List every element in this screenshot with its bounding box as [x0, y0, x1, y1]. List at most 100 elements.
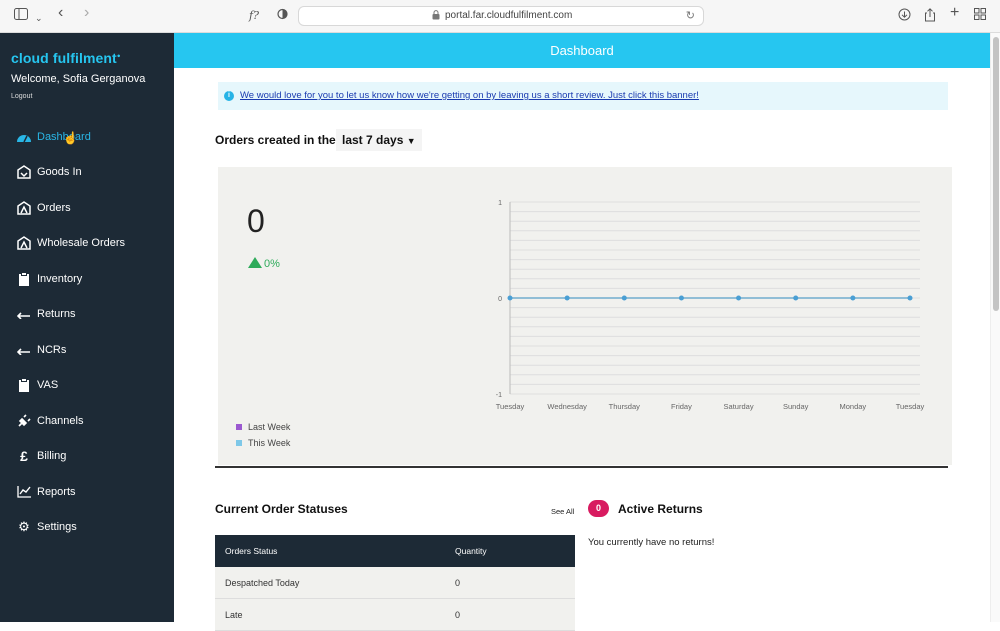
sidebar-item-channels[interactable]: Channels	[0, 403, 174, 439]
data-point	[564, 295, 570, 301]
back-icon[interactable]: ‹	[58, 5, 63, 21]
brand-text: cloud fulfilment	[11, 50, 117, 66]
column-header-status: Orders Status	[225, 546, 278, 556]
pointer-cursor-icon: ☝	[63, 131, 78, 145]
share-icon[interactable]	[924, 8, 936, 26]
sidebar-item-label: NCRs	[37, 343, 67, 356]
x-tick-label: Tuesday	[896, 402, 925, 411]
return-arrow-icon	[16, 306, 32, 322]
see-all-link[interactable]: See All	[551, 507, 574, 516]
orders-line-chart: 1 0 -1 Tuesday Wednesday Thursday Friday Saturd…	[496, 200, 925, 411]
y-tick-label: 1	[498, 200, 502, 207]
chart-legend: Last Week This Week	[236, 419, 290, 451]
address-bar[interactable]: portal.far.cloudfulfilment.com ↻	[298, 6, 704, 26]
orders-chart-panel: 0 0% 1 0 -1 Tuesday Wednesday Thursday Friday S…	[218, 167, 952, 465]
review-banner-link[interactable]: We would love for you to let us know how…	[240, 90, 699, 101]
sidebar-item-settings[interactable]: ⚙ Settings	[0, 510, 174, 546]
data-point	[621, 295, 627, 301]
y-tick-label: -1	[496, 392, 502, 399]
logout-link[interactable]: Logout	[11, 93, 32, 100]
sidebar-nav: Dashboard ☝ Goods In Orders Wholesale Or…	[0, 119, 174, 545]
order-status-table: Orders Status Quantity Despatched Today …	[215, 535, 575, 631]
x-tick-label: Wednesday	[547, 402, 587, 411]
pound-icon: £	[20, 448, 28, 465]
line-chart-icon	[16, 484, 32, 500]
sidebar-item-goods-in[interactable]: Goods In	[0, 155, 174, 191]
tab-overview-icon[interactable]	[974, 8, 986, 24]
legend-item-this-week[interactable]: This Week	[236, 435, 290, 451]
plug-icon	[16, 413, 32, 429]
x-tick-label: Thursday	[609, 402, 641, 411]
sidebar-item-reports[interactable]: Reports	[0, 474, 174, 510]
sidebar-item-label: Reports	[37, 485, 76, 498]
page-header: Dashboard	[174, 33, 990, 68]
wholesale-box-icon	[16, 235, 32, 251]
data-point	[850, 295, 856, 301]
main-content: Dashboard i We would love for you to let…	[174, 33, 990, 631]
download-icon[interactable]	[898, 8, 911, 25]
clipboard-icon	[16, 377, 32, 393]
new-tab-icon[interactable]: +	[950, 5, 959, 21]
sidebar-item-label: Orders	[37, 201, 71, 214]
x-tick-label: Saturday	[724, 402, 754, 411]
data-point	[736, 295, 742, 301]
quantity-cell: 0	[455, 609, 461, 620]
legend-item-last-week[interactable]: Last Week	[236, 419, 290, 435]
data-point	[793, 295, 799, 301]
x-tick-label: Sunday	[783, 402, 809, 411]
legend-swatch	[236, 424, 242, 430]
welcome-text: Welcome, Sofia Gerganova	[11, 73, 146, 85]
sidebar-item-orders[interactable]: Orders	[0, 190, 174, 226]
sidebar-item-dashboard[interactable]: Dashboard ☝	[0, 119, 174, 155]
x-tick-label: Friday	[671, 402, 692, 411]
shield-icon[interactable]	[277, 8, 288, 24]
box-in-icon	[16, 164, 32, 180]
brand-logo[interactable]: cloud fulfilment●	[11, 50, 121, 66]
sidebar-item-label: Channels	[37, 414, 84, 427]
x-tick-label: Monday	[840, 402, 867, 411]
sidebar-item-wholesale-orders[interactable]: Wholesale Orders	[0, 226, 174, 262]
orders-created-label: Orders created in the	[215, 133, 336, 147]
review-banner[interactable]: i We would love for you to let us know h…	[218, 82, 948, 110]
sidebar-item-ncrs[interactable]: NCRs	[0, 332, 174, 368]
dashboard-icon	[16, 129, 32, 145]
sidebar-item-label: Goods In	[37, 166, 82, 179]
sidebar-item-label: Billing	[37, 450, 67, 463]
returns-count-badge: 0	[588, 500, 609, 517]
legend-swatch	[236, 440, 242, 446]
table-row[interactable]: Late 0	[215, 599, 575, 631]
caret-down-icon: ▼	[406, 136, 416, 146]
info-icon: i	[224, 91, 234, 101]
table-row[interactable]: Despatched Today 0	[215, 567, 575, 599]
browser-toolbar: ⌄ ‹ › f? portal.far.cloudfulfilment.com …	[0, 0, 1000, 33]
status-cell: Late	[225, 609, 243, 620]
script-icon[interactable]: f?	[249, 8, 259, 24]
sidebar-item-label: Settings	[37, 521, 77, 534]
reload-icon[interactable]: ↻	[686, 9, 695, 22]
order-box-icon	[16, 200, 32, 216]
section-divider	[215, 466, 948, 468]
legend-label: This Week	[248, 438, 291, 448]
sidebar-toggle-icon[interactable]	[14, 8, 28, 24]
page-scrollbar[interactable]	[990, 33, 1000, 622]
order-statuses-title: Current Order Statuses	[215, 502, 348, 516]
return-arrow-icon	[16, 342, 32, 358]
x-tick-label: Tuesday	[496, 402, 525, 411]
date-range-value: last 7 days	[342, 133, 404, 147]
chevron-down-icon[interactable]: ⌄	[35, 10, 43, 26]
sidebar-item-returns[interactable]: Returns	[0, 297, 174, 333]
y-tick-label: 0	[498, 296, 502, 303]
url-text: portal.far.cloudfulfilment.com	[445, 10, 573, 21]
date-range-select[interactable]: last 7 days ▼	[336, 129, 422, 151]
sidebar-item-label: Returns	[37, 308, 76, 321]
data-point	[507, 295, 513, 301]
sidebar-item-vas[interactable]: VAS	[0, 368, 174, 404]
scrollbar-thumb[interactable]	[993, 37, 999, 311]
status-cell: Despatched Today	[225, 577, 300, 588]
sidebar-item-label: Wholesale Orders	[37, 237, 126, 250]
sidebar-item-inventory[interactable]: Inventory	[0, 261, 174, 297]
returns-empty-message: You currently have no returns!	[588, 537, 715, 548]
sidebar-item-billing[interactable]: £ Billing	[0, 439, 174, 475]
table-header: Orders Status Quantity	[215, 535, 575, 567]
forward-icon[interactable]: ›	[84, 5, 89, 21]
